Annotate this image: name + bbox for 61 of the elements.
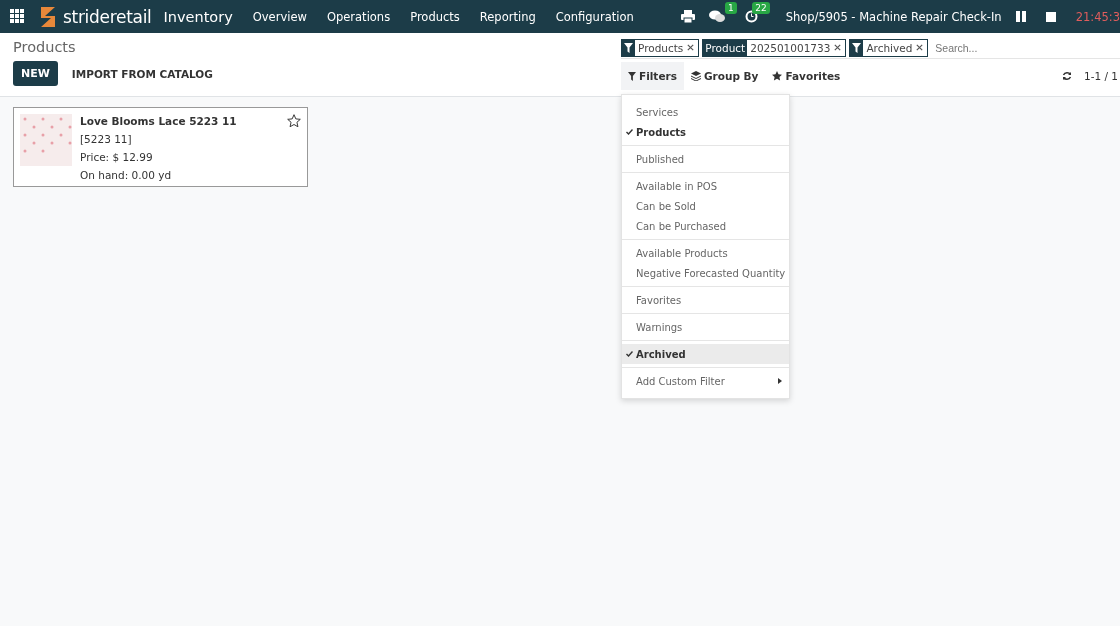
- app-name[interactable]: Inventory: [163, 8, 233, 25]
- add-custom-filter[interactable]: Add Custom Filter: [622, 371, 789, 391]
- chat-icon[interactable]: [708, 10, 725, 23]
- menu-item[interactable]: Reporting: [479, 9, 536, 24]
- favorite-star-icon[interactable]: [287, 114, 301, 128]
- facet-value: Archived: [865, 41, 914, 54]
- import-button[interactable]: IMPORT FROM CATALOG: [65, 66, 219, 81]
- toolbar-toggle[interactable]: Favorites: [765, 62, 848, 90]
- filter-option[interactable]: Negative Forecasted Quantity: [622, 263, 789, 283]
- menu-item[interactable]: Operations: [326, 9, 391, 24]
- pause-icon[interactable]: [1015, 11, 1026, 22]
- filter-icon: [852, 42, 862, 53]
- clock-time: 21:45:3: [1075, 9, 1120, 24]
- refresh-icon[interactable]: [1061, 71, 1072, 81]
- stop-icon[interactable]: [1045, 11, 1056, 22]
- check-icon: [626, 351, 633, 357]
- new-button[interactable]: NEW: [13, 61, 58, 86]
- facet-label: Product: [703, 39, 748, 56]
- pager-value: 1-1 / 1: [1083, 70, 1118, 82]
- toolbar-toggle[interactable]: Filters: [621, 62, 684, 90]
- product-name: Love Blooms Lace 5223 11: [80, 114, 237, 129]
- clock-icon[interactable]: [744, 10, 758, 23]
- apps-menu-icon[interactable]: [10, 9, 25, 24]
- menu-item[interactable]: Configuration: [555, 9, 634, 24]
- search-facet[interactable]: Archived: [849, 38, 929, 57]
- search-facet[interactable]: Product 202501001733: [702, 38, 847, 57]
- filter-option[interactable]: Published: [622, 149, 789, 169]
- filter-option[interactable]: Favorites: [622, 290, 789, 310]
- breadcrumb[interactable]: Products: [13, 39, 608, 55]
- check-icon: [626, 129, 633, 135]
- filter-option[interactable]: Available in POS: [622, 176, 789, 196]
- product-card[interactable]: Love Blooms Lace 5223 11 [5223 11] Price: $ 12.99 On hand: 0.00 yd: [13, 107, 308, 187]
- facet-value: Products: [637, 41, 685, 54]
- star-icon: [772, 71, 783, 81]
- toolbar-toggle[interactable]: Group By: [683, 62, 766, 90]
- search-facet[interactable]: Products: [621, 38, 700, 57]
- menu-item[interactable]: Products: [410, 9, 460, 24]
- product-stock: On hand: 0.00 yd: [80, 168, 173, 183]
- remove-icon[interactable]: [915, 43, 925, 52]
- layers-icon: [690, 71, 701, 81]
- menu-item[interactable]: Overview: [252, 9, 307, 24]
- filter-icon: [624, 42, 633, 53]
- filter-option[interactable]: Warnings: [622, 317, 789, 337]
- product-code: [5223 11]: [80, 132, 133, 147]
- print-icon[interactable]: [680, 10, 695, 23]
- filter-icon: [628, 71, 636, 81]
- facet-value: 202501001733: [749, 41, 832, 54]
- filter-option[interactable]: Can be Purchased: [622, 216, 789, 236]
- filter-option[interactable]: Products: [622, 122, 789, 142]
- remove-icon[interactable]: [833, 43, 843, 52]
- brand-name: strideretail: [63, 6, 152, 27]
- remove-icon[interactable]: [686, 43, 696, 52]
- filter-option[interactable]: Services: [622, 102, 789, 122]
- filter-option[interactable]: Can be Sold: [622, 196, 789, 216]
- caret-icon: [778, 378, 782, 384]
- filter-option[interactable]: Archived: [622, 344, 789, 364]
- company-switcher[interactable]: Shop/5905 - Machine Repair Check-In: [785, 9, 1002, 24]
- message-count-badge: 1: [724, 2, 737, 14]
- filter-option[interactable]: Available Products: [622, 243, 789, 263]
- product-price: Price: $ 12.99: [80, 150, 154, 165]
- activity-count-badge: 22: [752, 2, 770, 14]
